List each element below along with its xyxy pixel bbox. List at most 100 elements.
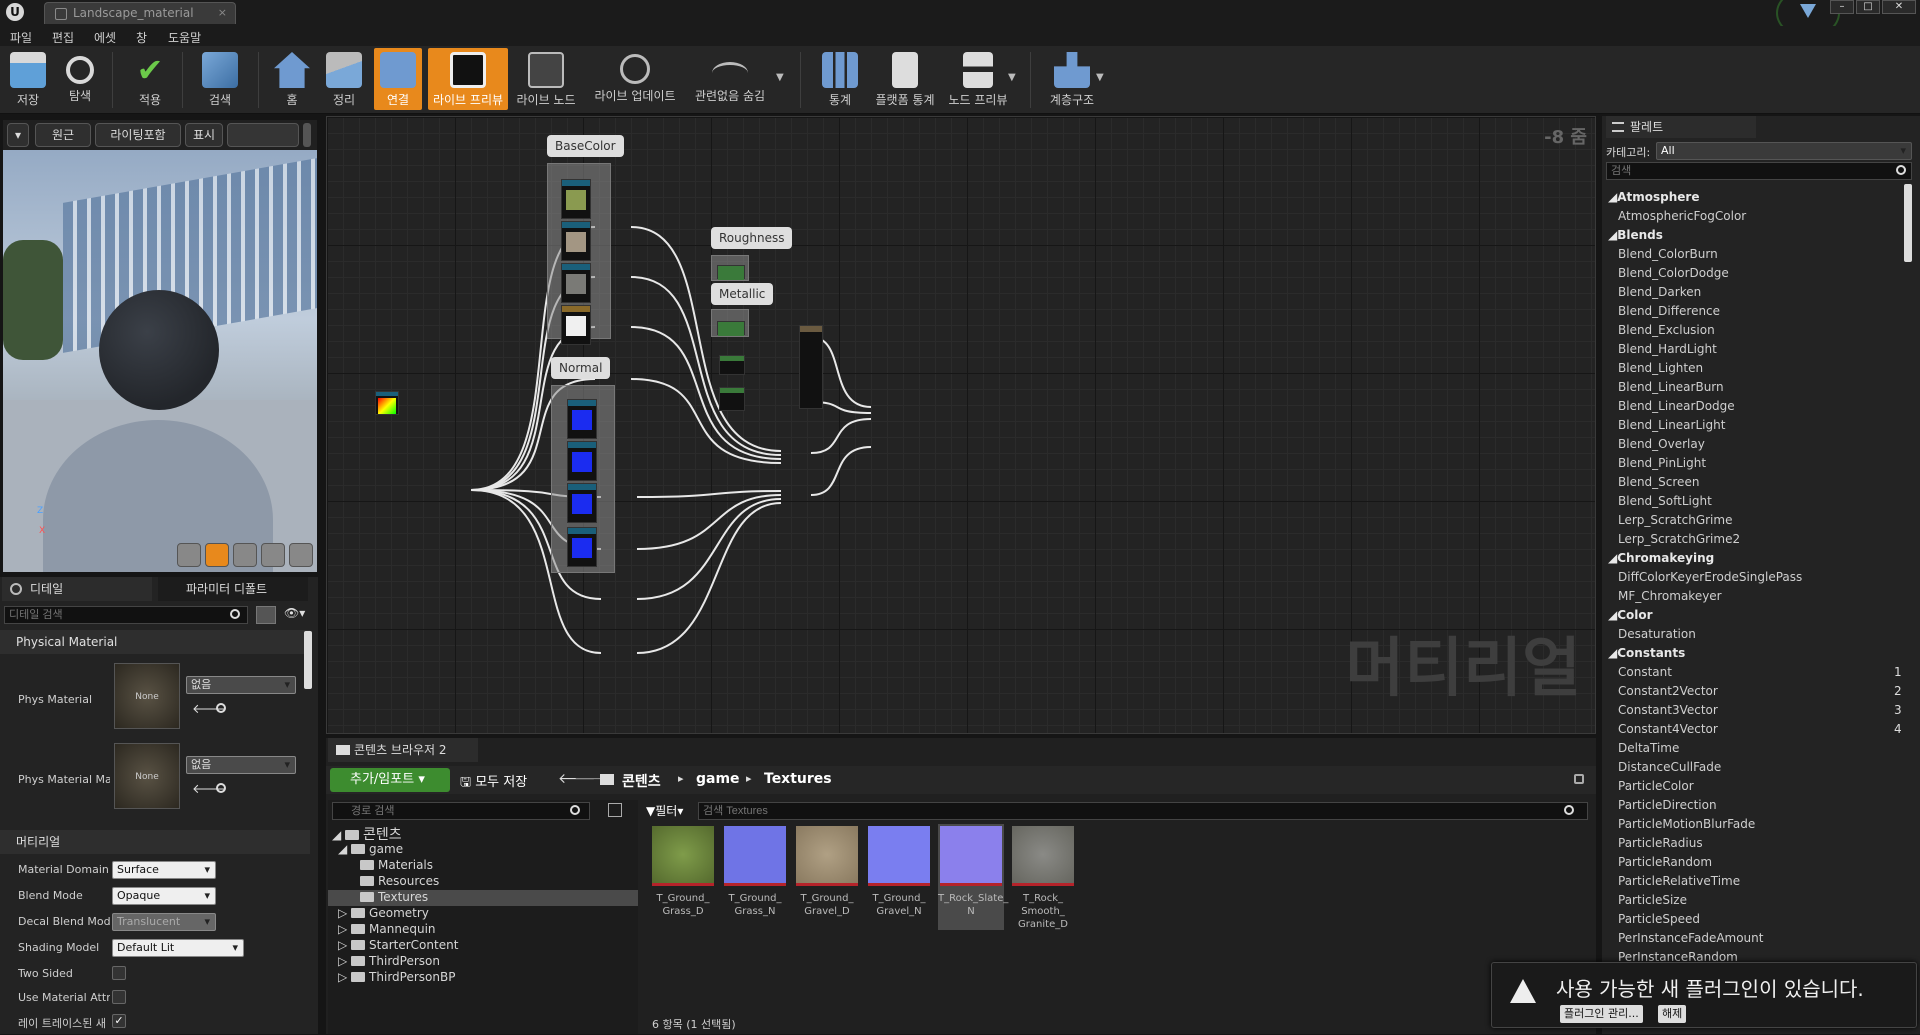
- texture-sample-node[interactable]: [561, 305, 591, 345]
- tab-parameter-defaults[interactable]: 파라미터 디폴트: [158, 577, 308, 601]
- material-result-node[interactable]: [799, 325, 823, 409]
- show-button[interactable]: 표시: [185, 123, 223, 147]
- palette-category[interactable]: ◢Color: [1608, 608, 1653, 622]
- asset-tile[interactable]: T_Ground_ Grass_D: [650, 824, 716, 930]
- platform-stats-button[interactable]: 플랫폼 통계: [870, 48, 940, 110]
- manage-plugins-button[interactable]: 플러그인 관리...: [1560, 1005, 1643, 1023]
- palette-item[interactable]: Desaturation: [1618, 627, 1696, 641]
- constant-node[interactable]: [717, 321, 745, 336]
- hide-unrelated-dropdown-icon[interactable]: ▼: [776, 72, 784, 83]
- tree-item-resources[interactable]: Resources: [360, 874, 439, 890]
- hierarchy-button[interactable]: 계층구조: [1044, 48, 1100, 110]
- palette-item[interactable]: MF_Chromakeyer: [1618, 589, 1722, 603]
- viewport-scrollbar[interactable]: [303, 123, 311, 147]
- plane-shape-button[interactable]: [233, 543, 257, 567]
- basecolor-comment[interactable]: BaseColor: [547, 135, 624, 157]
- decal-blend-mode-combo[interactable]: Translucent: [112, 913, 216, 931]
- palette-category[interactable]: ◢Chromakeying: [1608, 551, 1714, 565]
- minimize-button[interactable]: –: [1830, 0, 1854, 14]
- tree-item-materials[interactable]: Materials: [360, 858, 433, 874]
- palette-item[interactable]: Blend_LinearBurn: [1618, 380, 1724, 394]
- preview-viewport[interactable]: Z X: [3, 150, 317, 572]
- tree-item-mannequin[interactable]: ▷ Mannequin: [338, 922, 436, 938]
- palette-item[interactable]: Blend_LinearDodge: [1618, 399, 1735, 413]
- two-sided-checkbox[interactable]: [112, 966, 126, 980]
- use-material-attributes-checkbox[interactable]: [112, 990, 126, 1004]
- lit-mode-button[interactable]: 라이팅포함: [95, 123, 181, 147]
- section-physical-material[interactable]: Physical Material: [0, 630, 310, 654]
- palette-item[interactable]: PerInstanceFadeAmount: [1618, 931, 1763, 945]
- palette-item[interactable]: Blend_ColorDodge: [1618, 266, 1729, 280]
- asset-tile[interactable]: T_Rock_ Smooth_ Granite_D: [1010, 824, 1076, 930]
- palette-item[interactable]: ParticleMotionBlurFade: [1618, 817, 1755, 831]
- palette-item[interactable]: ParticleRadius: [1618, 836, 1703, 850]
- palette-item[interactable]: Constant4Vector: [1618, 722, 1718, 736]
- menu-edit[interactable]: 편집: [52, 29, 74, 46]
- tree-item-game[interactable]: ◢ game: [338, 842, 403, 858]
- material-graph[interactable]: -8 줌 머티리얼 BaseColor Normal Roughness Met…: [326, 116, 1596, 734]
- close-button[interactable]: ✕: [1882, 0, 1916, 14]
- custom-mesh-button[interactable]: [289, 543, 313, 567]
- metallic-comment[interactable]: Metallic: [711, 283, 774, 305]
- palette-item[interactable]: Lerp_ScratchGrime: [1618, 513, 1732, 527]
- add-import-button[interactable]: 추가/임포트 ▾: [330, 768, 450, 792]
- tree-item-content[interactable]: ◢ 콘텐츠: [332, 824, 402, 843]
- browse-button[interactable]: 탐색: [58, 48, 102, 110]
- palette-item[interactable]: ParticleSpeed: [1618, 912, 1700, 926]
- palette-item[interactable]: Constant2Vector: [1618, 684, 1718, 698]
- eye-icon[interactable]: 👁▾: [284, 606, 312, 624]
- asset-tile[interactable]: T_Ground_ Gravel_N: [866, 824, 932, 930]
- ray-traced-shadows-checkbox[interactable]: ✓: [112, 1014, 126, 1028]
- palette-item[interactable]: Blend_ColorBurn: [1618, 247, 1718, 261]
- palette-item[interactable]: AtmosphericFogColor: [1618, 209, 1746, 223]
- phys-mask-combo[interactable]: 없음: [186, 756, 296, 774]
- palette-item[interactable]: ParticleRelativeTime: [1618, 874, 1740, 888]
- menu-asset[interactable]: 에셋: [94, 29, 116, 46]
- asset-search-input[interactable]: [698, 802, 1588, 820]
- sphere-shape-button[interactable]: [205, 543, 229, 567]
- palette-item[interactable]: DistanceCullFade: [1618, 760, 1721, 774]
- tree-item-textures[interactable]: Textures: [328, 890, 638, 906]
- section-material[interactable]: 머티리얼: [0, 830, 310, 854]
- tab-close-button[interactable]: ×: [218, 6, 227, 19]
- palette-item[interactable]: Blend_Darken: [1618, 285, 1701, 299]
- menu-help[interactable]: 도움말: [168, 29, 201, 46]
- palette-item[interactable]: Blend_LinearLight: [1618, 418, 1725, 432]
- save-all-button[interactable]: 🖫 모두 저장: [460, 771, 527, 795]
- tree-item-geometry[interactable]: ▷ Geometry: [338, 906, 429, 922]
- texture-sample-node[interactable]: [561, 179, 591, 219]
- hide-unrelated-button[interactable]: 관련없음 숨김: [688, 48, 772, 110]
- phys-material-combo[interactable]: 없음: [186, 676, 296, 694]
- palette-item[interactable]: DiffColorKeyerErodeSinglePass: [1618, 570, 1802, 584]
- asset-tile[interactable]: T_Ground_ Gravel_D: [794, 824, 860, 930]
- phys-mask-thumbnail[interactable]: None: [114, 743, 180, 809]
- palette-category[interactable]: ◢Constants: [1608, 646, 1685, 660]
- shading-model-combo[interactable]: Default Lit: [112, 939, 244, 957]
- dismiss-button[interactable]: 해제: [1658, 1005, 1687, 1023]
- tree-item-startercontent[interactable]: ▷ StarterContent: [338, 938, 458, 954]
- lock-icon[interactable]: [1574, 774, 1584, 784]
- grid-view-button[interactable]: [256, 606, 276, 624]
- texture-sample-node[interactable]: [567, 527, 597, 567]
- palette-item[interactable]: Blend_Exclusion: [1618, 323, 1715, 337]
- node-preview-button[interactable]: 노드 프리뷰: [946, 48, 1010, 110]
- home-button[interactable]: 홈: [270, 48, 314, 110]
- tab-content-browser[interactable]: 콘텐츠 브라우저 2: [328, 738, 478, 762]
- layer-blend-node[interactable]: [719, 387, 745, 411]
- details-scrollbar[interactable]: [304, 631, 312, 689]
- details-search-input[interactable]: [4, 606, 248, 624]
- live-nodes-button[interactable]: 라이브 노드: [514, 48, 578, 110]
- palette-item[interactable]: DeltaTime: [1618, 741, 1679, 755]
- category-combo[interactable]: All: [1656, 142, 1912, 160]
- connectors-button[interactable]: 연결: [374, 48, 422, 110]
- palette-item[interactable]: Constant3Vector: [1618, 703, 1718, 717]
- palette-item[interactable]: Blend_PinLight: [1618, 456, 1706, 470]
- texture-sample-node[interactable]: [561, 263, 591, 303]
- browse-asset-icon[interactable]: [216, 783, 226, 793]
- save-button[interactable]: 저장: [6, 48, 50, 110]
- menu-window[interactable]: 창: [136, 29, 147, 46]
- apply-button[interactable]: ✔ 적용: [128, 48, 172, 110]
- browse-asset-icon[interactable]: [216, 703, 226, 713]
- node-preview-dropdown-icon[interactable]: ▼: [1008, 72, 1016, 83]
- texture-sample-node[interactable]: [561, 221, 591, 261]
